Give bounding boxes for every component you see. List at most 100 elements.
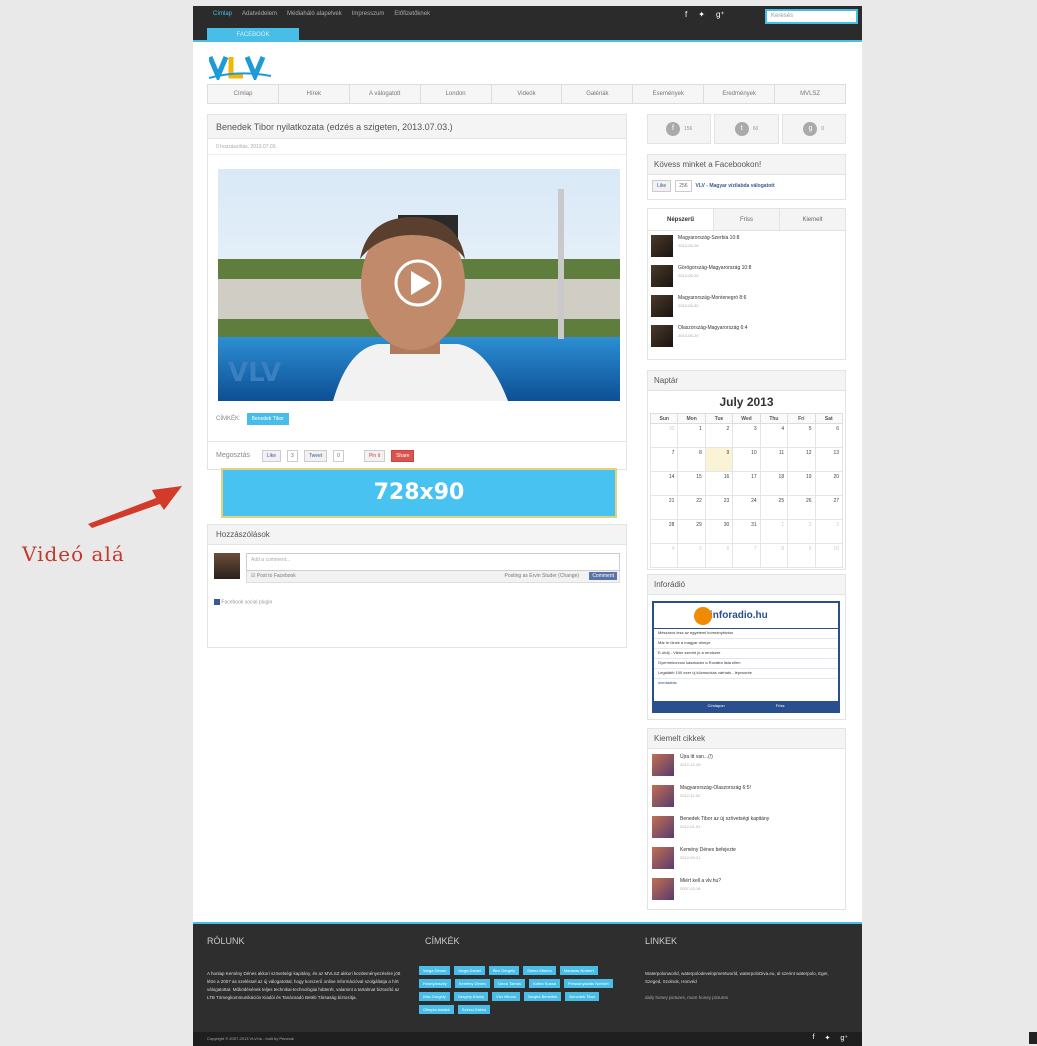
article-title[interactable]: Benedek Tibor nyilatkozata (edzés a szig… [208, 115, 626, 139]
tag-chip[interactable]: Benedek Tibor [246, 413, 289, 425]
search-input[interactable]: Keresés [765, 9, 858, 24]
main-nav-item[interactable]: A válogatott [350, 85, 421, 103]
tab-kiemelt[interactable]: Kiemelt [780, 209, 845, 230]
main-nav-item[interactable]: MVLSZ [775, 85, 845, 103]
list-item[interactable]: Magyarország-Olaszország 6:5! 2012-11-02 [648, 780, 845, 811]
calendar-day-today[interactable]: 9 [704, 447, 734, 472]
share-button[interactable]: Share [391, 449, 415, 462]
calendar-day[interactable]: 23 [704, 495, 734, 520]
footer-tag[interactable]: Hosnyánszky [419, 979, 451, 988]
more-link[interactable]: mentaatás [654, 679, 838, 689]
calendar-day[interactable]: 20 [814, 471, 844, 496]
calendar-day[interactable]: 22 [677, 495, 706, 520]
inforadio-brand[interactable]: inforadio.hu [710, 610, 768, 621]
news-item[interactable]: Gyermekorvosi kaszkador a Rovátra lista … [654, 659, 838, 669]
facebook-count[interactable]: f 156 [647, 114, 712, 144]
twitter-count[interactable]: t 60 [714, 114, 779, 144]
tweet-button[interactable]: Tweet [303, 449, 328, 462]
main-nav-item[interactable]: Videók [492, 85, 563, 103]
calendar-day[interactable]: 25 [759, 495, 789, 520]
calendar-day[interactable]: 30 [704, 519, 734, 544]
calendar-day[interactable]: 10 [814, 543, 844, 568]
footer-tag[interactable]: Steinz Márton [523, 966, 556, 975]
main-nav-item[interactable]: London [421, 85, 492, 103]
calendar-day[interactable]: 2 [704, 423, 734, 448]
twitter-icon[interactable]: ✦ [825, 1034, 831, 1042]
top-nav-item[interactable]: Előfizetőknek [394, 11, 430, 17]
main-nav-item[interactable]: Címlap [208, 85, 279, 103]
comment-input[interactable]: Add a comment... [246, 553, 620, 571]
calendar-day[interactable]: 21 [649, 495, 679, 520]
list-item[interactable]: Olaszország-Magyarország 6:4 2013-06-29 [648, 321, 845, 351]
footer-tag[interactable]: Kemény Dénes [454, 979, 491, 988]
list-item[interactable]: Benedek Tibor az új szövetségi kapitány 2… [648, 811, 845, 842]
calendar-day[interactable]: 30 [649, 423, 679, 448]
list-item[interactable]: Miért kell a vlv.hu? 2007-03-16 [648, 873, 845, 904]
calendar-day[interactable]: 3 [732, 423, 761, 448]
calendar-day[interactable]: 3 [814, 519, 844, 544]
googleplus-count[interactable]: g 0 [781, 114, 846, 144]
calendar-day[interactable]: 31 [732, 519, 761, 544]
footer-tag[interactable]: Varga Dániel [454, 966, 485, 975]
calendar-day[interactable]: 27 [814, 495, 844, 520]
calendar-day[interactable]: 8 [677, 447, 706, 472]
calendar-day[interactable]: 4 [759, 423, 789, 448]
calendar-day[interactable]: 2 [787, 519, 816, 544]
facebook-icon[interactable]: f [685, 10, 687, 19]
footer-tag[interactable]: Olimpia Adatok [419, 1005, 454, 1014]
main-nav-item[interactable]: Galériák [562, 85, 634, 103]
inforadio-tab-friss[interactable]: Friss [776, 703, 785, 708]
calendar-day[interactable]: 1 [677, 423, 706, 448]
facebook-tab[interactable]: FACEBOOK [207, 28, 299, 42]
main-nav-item[interactable]: Eredmények [704, 85, 776, 103]
list-item[interactable]: Újra itt van...(!) 2012-12-28 [648, 749, 845, 780]
news-item[interactable]: Már le ülnek a magyar dinnye [654, 639, 838, 649]
footer-tag[interactable]: Pressanyiadás Norbert [563, 979, 613, 988]
calendar-day[interactable]: 26 [787, 495, 816, 520]
video-player[interactable]: VLV [218, 169, 620, 401]
vlv-logo[interactable] [209, 54, 285, 80]
calendar-day[interactable]: 28 [649, 519, 679, 544]
tab-nepszeru[interactable]: Népszerű [648, 209, 714, 230]
main-nav-item[interactable]: Hírek [279, 85, 350, 103]
calendar-day[interactable]: 17 [732, 471, 761, 496]
calendar-day[interactable]: 9 [787, 543, 816, 568]
pin-button[interactable]: Pin it [363, 449, 386, 462]
post-to-facebook-checkbox[interactable]: ☑ Post to Facebook [251, 573, 296, 579]
calendar-day[interactable]: 8 [759, 543, 789, 568]
calendar-day[interactable]: 6 [704, 543, 734, 568]
footer-tag[interactable]: Vargha Benedek [523, 992, 562, 1001]
top-nav-item[interactable]: Címlap [213, 11, 232, 17]
facebook-like-button[interactable]: Like [261, 449, 282, 462]
googleplus-icon[interactable]: g⁺ [840, 1034, 848, 1042]
top-nav-item[interactable]: Adatvédelem [242, 11, 277, 17]
facebook-page-link[interactable]: VLV - Magyar vízilabda válogatott [696, 183, 775, 189]
calendar-day[interactable]: 16 [704, 471, 734, 496]
footer-tag[interactable]: Kiss Gergely [419, 992, 450, 1001]
calendar-day[interactable]: 5 [677, 543, 706, 568]
twitter-icon[interactable]: ✦ [698, 10, 705, 19]
footer-links-text[interactable]: Waterpolonworld, waterpolodevelopmentwor… [645, 970, 845, 986]
list-item[interactable]: Görögország-Magyarország 10:8 2013-06-29 [648, 261, 845, 291]
comment-button[interactable]: Comment [589, 572, 617, 580]
calendar-day[interactable]: 5 [787, 423, 816, 448]
calendar-day[interactable]: 10 [732, 447, 761, 472]
list-item[interactable]: Magyarország-Montenegró 8:6 2013-06-30 [648, 291, 845, 321]
calendar-day[interactable]: 13 [814, 447, 844, 472]
footer-tag[interactable]: Kobra Kossa [528, 979, 560, 988]
footer-tag[interactable]: Biro Gergely [488, 966, 520, 975]
footer-tag[interactable]: Vízi Vilmos [492, 992, 520, 1001]
calendar-day[interactable]: 14 [649, 471, 679, 496]
calendar-day[interactable]: 7 [732, 543, 761, 568]
tab-friss[interactable]: Friss [714, 209, 780, 230]
news-item[interactable]: E-útdíj - Viktor szerint jó a rendszer [654, 649, 838, 659]
news-item[interactable]: Legalább 100 ezer új közmunkás várható -… [654, 669, 838, 679]
news-item[interactable]: Mészáros lesz az egyetemi kormánybiztos [654, 629, 838, 639]
calendar-day[interactable]: 12 [787, 447, 816, 472]
footer-tag[interactable]: Benedek Tibor [565, 992, 600, 1001]
facebook-icon[interactable]: f [813, 1034, 815, 1042]
calendar-day[interactable]: 11 [759, 447, 789, 472]
googleplus-icon[interactable]: g⁺ [716, 10, 725, 19]
top-nav-item[interactable]: Impresszum [352, 11, 385, 17]
calendar-day[interactable]: 7 [649, 447, 679, 472]
